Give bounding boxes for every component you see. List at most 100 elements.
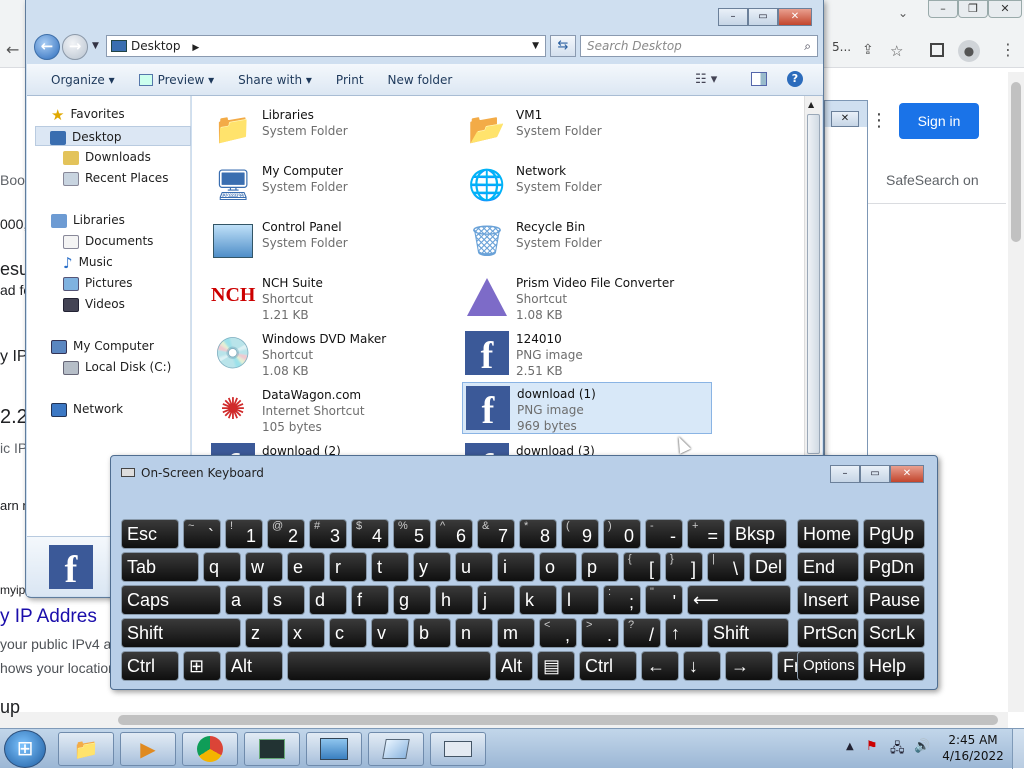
file-item-selected[interactable]: f download (1) PNG image 969 bytes [462,382,712,434]
key-scrlk[interactable]: ScrLk [863,618,925,648]
key-bksp[interactable]: Bksp [729,519,787,549]
key-alt[interactable]: Alt [225,651,283,681]
nav-local-disk[interactable]: Local Disk (C:) [63,357,171,377]
key-end[interactable]: End [797,552,859,582]
key-symbol[interactable]: ) 0 [603,519,641,549]
file-item[interactable]: 📂 VM1 System Folder [462,104,712,156]
page-scrollbar[interactable] [1008,72,1024,712]
key-alt[interactable]: Alt [495,651,533,681]
nav-favorites[interactable]: ★ Favorites [51,104,125,124]
browser-close-button[interactable]: ✕ [988,0,1022,18]
sign-in-button[interactable]: Sign in [899,103,979,139]
key-n[interactable]: n [455,618,493,648]
key-symbol[interactable]: <, [539,618,577,648]
view-options-icon[interactable]: ☷ ▾ [695,72,717,87]
key-q[interactable]: q [203,552,241,582]
nav-network[interactable]: Network [51,399,123,419]
key-w[interactable]: w [245,552,283,582]
taskbar-chrome[interactable] [182,732,238,766]
key-symbol[interactable]: ↓ [683,651,721,681]
key-symbol[interactable]: | \ [707,552,745,582]
tab-list-icon[interactable]: ⌄ [898,6,908,20]
nav-desktop[interactable]: Desktop [35,126,191,146]
key-symbol[interactable]: + = [687,519,725,549]
key-r[interactable]: r [329,552,367,582]
help-icon[interactable]: ? [787,71,803,87]
close-button[interactable]: ✕ [778,8,812,26]
key-x[interactable]: x [287,618,325,648]
nav-music[interactable]: ♪ Music [63,252,113,272]
browser-minimize-button[interactable]: – [928,0,958,18]
show-hidden-icons[interactable]: ▲ [846,741,854,752]
key-ctrl[interactable]: Ctrl [121,651,179,681]
key-caps[interactable]: Caps [121,585,221,615]
forward-button[interactable]: → [62,34,88,60]
key-b[interactable]: b [413,618,451,648]
key-symbol[interactable]: $4 [351,519,389,549]
key-symbol[interactable]: ↑ [665,618,703,648]
recent-pages-icon[interactable]: ▼ [92,41,99,51]
file-item[interactable]: 📁 Libraries System Folder [208,104,458,156]
file-item[interactable]: NCH NCH Suite Shortcut 1.21 KB [208,272,458,324]
file-item[interactable]: ✺ DataWagon.com Internet Shortcut 105 bytes [208,384,458,436]
file-item[interactable]: 🗑 Recycle Bin System Folder [462,216,712,268]
key-j[interactable]: j [477,585,515,615]
nav-libraries[interactable]: Libraries [51,210,125,230]
key-symbol[interactable]: ? / [623,618,661,648]
key-k[interactable]: k [519,585,557,615]
key-symbol[interactable]: % 5 [393,519,431,549]
key-symbol[interactable]: ~ ` [183,519,221,549]
safesearch-label[interactable]: SafeSearch on [886,172,979,188]
start-button[interactable]: ⊞ [4,730,46,768]
key-symbol[interactable]: * 8 [519,519,557,549]
close-icon[interactable]: ✕ [831,111,859,127]
taskbar-on-screen-keyboard[interactable] [430,732,486,766]
key-y[interactable]: y [413,552,451,582]
network-status-icon[interactable]: 🖧 [890,739,905,761]
key-symbol[interactable]: → [725,651,773,681]
key-options[interactable]: Options [797,651,859,681]
file-item[interactable]: 🌐 Network System Folder [462,160,712,212]
back-arrow-icon[interactable]: ← [6,40,19,59]
key-shift[interactable]: Shift [121,618,241,648]
key-m[interactable]: m [497,618,535,648]
search-input[interactable]: Search Desktop ⌕ [580,35,818,57]
file-item[interactable]: 💿 Windows DVD Maker Shortcut 1.08 KB [208,328,458,380]
apps-menu-icon[interactable]: ⋮ [870,110,888,131]
browser-maximize-button[interactable]: ❐ [958,0,988,18]
back-button[interactable]: ← [34,34,60,60]
key-ctrl[interactable]: Ctrl [579,651,637,681]
taskbar-photo-viewer[interactable] [306,732,362,766]
key-pgdn[interactable]: PgDn [863,552,925,582]
key-symbol[interactable]: >. [581,618,619,648]
key-v[interactable]: v [371,618,409,648]
key-symbol[interactable]: -- [645,519,683,549]
chevron-down-icon[interactable]: ▼ [532,36,539,56]
chevron-right-icon[interactable]: ▶ [192,43,199,53]
key-e[interactable]: e [287,552,325,582]
sidebar-icon[interactable] [930,43,944,57]
key-prtscn[interactable]: PrtScn [797,618,859,648]
nav-videos[interactable]: Videos [63,294,125,314]
key-symbol[interactable]: ! 1 [225,519,263,549]
taskbar-explorer[interactable]: 📁 [58,732,114,766]
file-list-scrollbar[interactable]: ▲ [804,96,822,456]
file-item[interactable]: Control Panel System Folder [208,216,458,268]
key-symbol[interactable]: #3 [309,519,347,549]
taskbar-media-player[interactable]: ▶ [120,732,176,766]
nav-recent-places[interactable]: Recent Places [63,168,168,188]
key-esc[interactable]: Esc [121,519,179,549]
preview-button[interactable]: Preview ▾ [127,73,227,87]
key-z[interactable]: z [245,618,283,648]
bookmark-star-icon[interactable]: ☆ [890,42,903,60]
nav-pictures[interactable]: Pictures [63,273,133,293]
key-p[interactable]: p [581,552,619,582]
volume-icon[interactable]: 🔊 [914,739,930,754]
taskbar-window[interactable] [368,732,424,766]
key-symbol[interactable]: {[ [623,552,661,582]
chrome-menu-icon[interactable]: ⋮ [1000,40,1016,59]
result-link[interactable]: y IP Addres [0,606,97,628]
key-pgup[interactable]: PgUp [863,519,925,549]
key-i[interactable]: i [497,552,535,582]
file-item[interactable]: f 124010 PNG image 2.51 KB [462,328,712,380]
